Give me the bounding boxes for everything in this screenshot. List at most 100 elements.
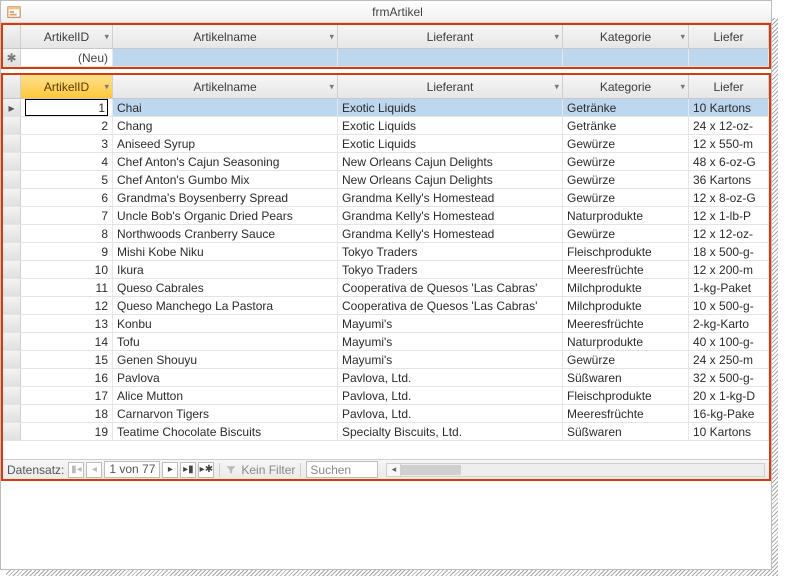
table-row[interactable]: 6Grandma's Boysenberry SpreadGrandma Kel… [3,189,769,207]
cell-kategorie[interactable]: Süßwaren [563,369,689,386]
cell-kategorie[interactable]: Gewürze [563,135,689,152]
table-row[interactable]: ▸1ChaiExotic LiquidsGetränke10 Kartons [3,99,769,117]
chevron-down-icon[interactable]: ▾ [329,81,334,92]
cell-artikelid[interactable]: 13 [21,315,113,332]
row-selector[interactable] [3,423,21,440]
table-row[interactable]: 2ChangExotic LiquidsGetränke24 x 12-oz- [3,117,769,135]
table-row[interactable]: 19Teatime Chocolate BiscuitsSpecialty Bi… [3,423,769,441]
cell-artikelname[interactable]: Chai [113,99,338,116]
row-selector[interactable] [3,369,21,386]
cell-lieferant[interactable]: Cooperativa de Quesos 'Las Cabras' [338,279,563,296]
cell-liefer[interactable]: 16-kg-Pake [689,405,769,422]
cell-lieferant[interactable]: Pavlova, Ltd. [338,405,563,422]
cell-kategorie[interactable]: Naturprodukte [563,207,689,224]
scroll-left-button[interactable]: ◂ [387,464,401,476]
cell-kategorie[interactable]: Fleischprodukte [563,387,689,404]
cell-artikelname[interactable]: Tofu [113,333,338,350]
cell-artikelid[interactable]: 5 [21,171,113,188]
chevron-down-icon[interactable]: ▾ [680,81,685,92]
cell-artikelid[interactable]: 7 [21,207,113,224]
cell-artikelid[interactable]: 11 [21,279,113,296]
row-selector[interactable] [3,297,21,314]
column-header-kategorie[interactable]: Kategorie▾ [563,75,689,98]
nav-first-button[interactable]: ▮◂ [68,462,84,478]
cell-kategorie[interactable]: Milchprodukte [563,297,689,314]
cell-lieferant[interactable]: New Orleans Cajun Delights [338,153,563,170]
cell-lieferant[interactable]: Cooperativa de Quesos 'Las Cabras' [338,297,563,314]
cell-lieferant[interactable]: Exotic Liquids [338,135,563,152]
cell-liefer[interactable]: 18 x 500-g- [689,243,769,260]
title-bar[interactable]: frmArtikel [1,1,771,23]
row-selector[interactable] [3,333,21,350]
row-selector[interactable] [3,315,21,332]
cell-lieferant[interactable]: New Orleans Cajun Delights [338,171,563,188]
cell-lieferant[interactable]: Exotic Liquids [338,117,563,134]
chevron-down-icon[interactable]: ▾ [104,81,109,92]
row-selector[interactable] [3,189,21,206]
chevron-down-icon[interactable]: ▾ [680,31,685,42]
cell-lieferant[interactable]: Grandma Kelly's Homestead [338,207,563,224]
row-selector[interactable] [3,279,21,296]
cell-artikelid[interactable]: 2 [21,117,113,134]
cell-artikelid[interactable]: 3 [21,135,113,152]
cell-lieferant[interactable]: Exotic Liquids [338,99,563,116]
table-row[interactable]: 10IkuraTokyo TradersMeeresfrüchte12 x 20… [3,261,769,279]
table-row[interactable]: 4Chef Anton's Cajun SeasoningNew Orleans… [3,153,769,171]
cell-artikelid[interactable]: 16 [21,369,113,386]
table-row[interactable]: 15Genen ShouyuMayumi'sGewürze24 x 250-m [3,351,769,369]
cell-kategorie[interactable]: Gewürze [563,189,689,206]
cell-artikelname[interactable]: Uncle Bob's Organic Dried Pears [113,207,338,224]
cell-artikelid[interactable]: 8 [21,225,113,242]
row-selector[interactable] [3,243,21,260]
cell-artikelid[interactable]: 18 [21,405,113,422]
row-selector[interactable] [3,351,21,368]
cell-lieferant[interactable]: Pavlova, Ltd. [338,387,563,404]
cell-liefer[interactable]: 2-kg-Karto [689,315,769,332]
column-header-artikelid[interactable]: ArtikelID▾ [21,25,113,48]
row-selector[interactable] [3,405,21,422]
cell-liefer[interactable]: 12 x 1-lb-P [689,207,769,224]
filter-indicator[interactable]: Kein Filter [225,463,295,477]
cell-lieferant[interactable]: Mayumi's [338,333,563,350]
cell-liefer[interactable]: 32 x 500-g- [689,369,769,386]
cell-artikelid[interactable]: 9 [21,243,113,260]
cell-lieferant[interactable]: Pavlova, Ltd. [338,369,563,386]
cell-lieferant[interactable]: Mayumi's [338,315,563,332]
cell-artikelname[interactable]: Northwoods Cranberry Sauce [113,225,338,242]
cell-kategorie[interactable]: Fleischprodukte [563,243,689,260]
cell-artikelname[interactable]: Pavlova [113,369,338,386]
cell-kategorie[interactable]: Naturprodukte [563,333,689,350]
cell-liefer[interactable]: 20 x 1-kg-D [689,387,769,404]
cell-artikelid[interactable]: 10 [21,261,113,278]
cell-artikelname[interactable]: Aniseed Syrup [113,135,338,152]
cell-liefer[interactable]: 36 Kartons [689,171,769,188]
cell-liefer[interactable]: 24 x 12-oz- [689,117,769,134]
table-row[interactable]: 13KonbuMayumi'sMeeresfrüchte2-kg-Karto [3,315,769,333]
row-selector[interactable] [3,225,21,242]
row-selector[interactable] [3,135,21,152]
cell-liefer[interactable]: 10 x 500-g- [689,297,769,314]
cell-kategorie[interactable]: Gewürze [563,171,689,188]
cell-kategorie[interactable]: Gewürze [563,225,689,242]
cell-lieferant[interactable]: Grandma Kelly's Homestead [338,189,563,206]
row-selector[interactable] [3,153,21,170]
cell-artikelid[interactable]: 14 [21,333,113,350]
cell-liefer[interactable]: 48 x 6-oz-G [689,153,769,170]
cell-artikelid[interactable]: 19 [21,423,113,440]
table-row[interactable]: 7Uncle Bob's Organic Dried PearsGrandma … [3,207,769,225]
cell-lieferant[interactable]: Tokyo Traders [338,243,563,260]
horizontal-scrollbar[interactable]: ◂ [386,463,765,477]
column-header-artikelname[interactable]: Artikelname▾ [113,75,338,98]
new-record-row[interactable]: ✱ (Neu) [3,49,769,67]
cell-artikelname[interactable]: Chang [113,117,338,134]
cell-artikelid[interactable]: 17 [21,387,113,404]
column-header-kategorie[interactable]: Kategorie▾ [563,25,689,48]
row-selector[interactable] [3,117,21,134]
datasheet-body[interactable]: ▸1ChaiExotic LiquidsGetränke10 Kartons2C… [3,99,769,459]
table-row[interactable]: 3Aniseed SyrupExotic LiquidsGewürze12 x … [3,135,769,153]
cell-lieferant[interactable]: Specialty Biscuits, Ltd. [338,423,563,440]
cell-kategorie[interactable]: Getränke [563,117,689,134]
cell-liefer[interactable]: 10 Kartons [689,99,769,116]
cell-lieferant[interactable]: Grandma Kelly's Homestead [338,225,563,242]
cell-artikelname[interactable]: Chef Anton's Cajun Seasoning [113,153,338,170]
